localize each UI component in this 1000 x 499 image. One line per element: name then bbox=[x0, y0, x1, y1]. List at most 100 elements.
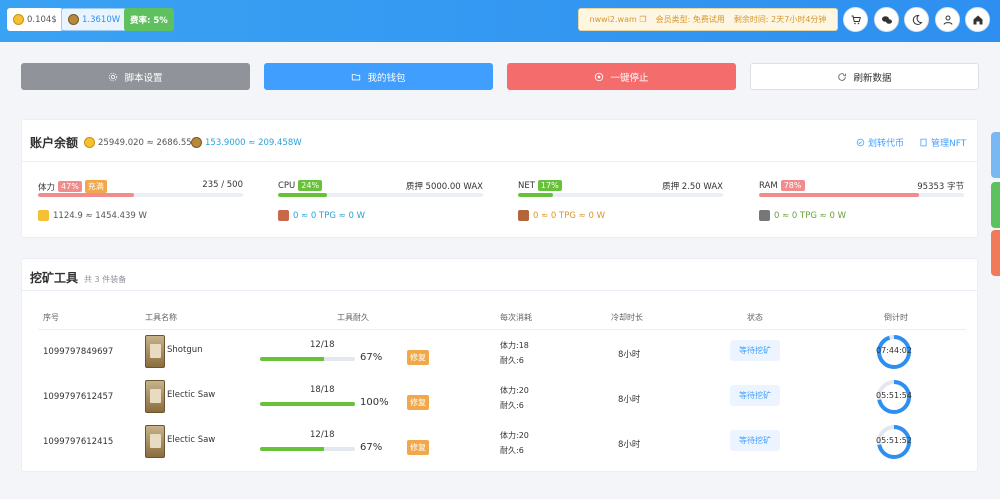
food-icon bbox=[38, 210, 49, 221]
resource-ram: RAM 78% 95353 字节 0 ≈ 0 TPG ≈ 0 W bbox=[759, 180, 964, 240]
repair-button[interactable]: 修复 bbox=[407, 350, 429, 365]
table-row: 1099797612415 Electic Saw 12/18 67% 修复 体… bbox=[22, 420, 977, 466]
dark-mode-button[interactable] bbox=[904, 7, 929, 32]
countdown-text: 05:51:52 bbox=[876, 436, 912, 445]
resource-name: CPU bbox=[278, 180, 296, 191]
resource-name: NET bbox=[518, 180, 535, 191]
tool-card-image bbox=[145, 380, 165, 413]
table-row: 1099797612457 Electic Saw 18/18 100% 修复 … bbox=[22, 375, 977, 421]
resource-sub: 0 ≈ 0 TPG ≈ 0 W bbox=[278, 210, 365, 221]
status-button[interactable]: 等待挖矿 bbox=[730, 430, 780, 451]
resource-bar-fill bbox=[759, 193, 919, 197]
cost-info: 体力:20 耐久:6 bbox=[500, 431, 529, 455]
my-wallet-label: 我的钱包 bbox=[367, 72, 406, 84]
durability-bar bbox=[260, 447, 355, 451]
countdown-timer: 05:51:54 bbox=[876, 379, 912, 415]
user-button[interactable] bbox=[935, 7, 960, 32]
repair-button[interactable]: 修复 bbox=[407, 395, 429, 410]
copy-icon[interactable]: ❐ bbox=[639, 15, 646, 24]
side-tab-orange[interactable] bbox=[991, 230, 1000, 276]
cooldown: 8小时 bbox=[618, 350, 641, 360]
rate-text: 费率: 5% bbox=[130, 15, 168, 26]
cart-button[interactable] bbox=[843, 7, 868, 32]
top-bar: 0.104$ 1.3610W 费率: 5% nwwi2.wam ❐ 会员类型: … bbox=[0, 0, 1000, 42]
tool-id: 1099797612457 bbox=[43, 392, 114, 402]
account-info: nwwi2.wam ❐ 会员类型: 免费试用 剩余时间: 2天7小时4分钟 bbox=[578, 8, 838, 31]
resource-stamina: 体力 47% 充满 235 / 500 1124.9 ≈ 1454.439 W bbox=[38, 180, 243, 240]
resource-percent-tag: 24% bbox=[298, 180, 323, 191]
resource-percent-tag: 17% bbox=[537, 180, 562, 191]
tool-card-image bbox=[145, 335, 165, 368]
stop-all-label: 一键停止 bbox=[610, 72, 649, 84]
moon-icon bbox=[912, 14, 923, 25]
cooldown: 8小时 bbox=[618, 440, 641, 450]
refill-button[interactable]: 充满 bbox=[84, 180, 107, 193]
refresh-data-button[interactable]: 刷新数据 bbox=[750, 63, 979, 90]
resource-value: 235 / 500 bbox=[202, 180, 243, 190]
status-button[interactable]: 等待挖矿 bbox=[730, 385, 780, 406]
tool-name: Electic Saw bbox=[167, 435, 216, 445]
wax-price: 0.104$ bbox=[27, 14, 57, 25]
balance-card: 账户余额 25949.020 ≈ 2686.554$ 153.9000 ≈ 20… bbox=[21, 119, 978, 238]
resource-percent-tag: 47% bbox=[58, 181, 82, 192]
member-type: 会员类型: 免费试用 bbox=[655, 15, 725, 24]
tool-name: Shotgun bbox=[167, 345, 203, 355]
user-icon bbox=[943, 15, 952, 25]
table-row: 1099797849697 Shotgun 12/18 67% 修复 体力:18… bbox=[22, 330, 977, 376]
durability-value: 12/18 bbox=[310, 340, 335, 350]
cooldown: 8小时 bbox=[618, 395, 641, 405]
stop-all-button[interactable]: 一键停止 bbox=[507, 63, 736, 90]
countdown-text: 05:51:54 bbox=[876, 391, 912, 400]
coin-icon bbox=[84, 137, 95, 148]
durability-percent: 100% bbox=[360, 397, 389, 408]
tools-card: 挖矿工具共 3 件装备 序号 工具名称 工具耐久 每次消耗 冷却时长 状态 倒计… bbox=[21, 258, 978, 472]
resource-bar-fill bbox=[518, 193, 553, 197]
script-settings-button[interactable]: 脚本设置 bbox=[21, 63, 250, 90]
resource-value: 95353 字节 bbox=[917, 182, 964, 192]
coin-icon bbox=[68, 14, 79, 25]
check-circle-icon bbox=[856, 138, 865, 147]
resource-bar bbox=[38, 193, 243, 197]
durability-bar-fill bbox=[260, 447, 324, 451]
resource-bar bbox=[278, 193, 483, 197]
side-tab-blue[interactable] bbox=[991, 132, 1000, 178]
tool-name: Electic Saw bbox=[167, 390, 216, 400]
resource-percent-tag: 78% bbox=[780, 180, 805, 191]
refresh-icon bbox=[838, 72, 847, 81]
remaining-time: 剩余时间: 2天7小时4分钟 bbox=[733, 15, 827, 24]
account-name[interactable]: nwwi2.wam ❐ bbox=[590, 15, 647, 24]
coin-icon bbox=[13, 14, 24, 25]
repair-button[interactable]: 修复 bbox=[407, 440, 429, 455]
cart-icon bbox=[851, 15, 861, 24]
resource-bar bbox=[518, 193, 723, 197]
tool-id: 1099797612415 bbox=[43, 437, 114, 447]
tools-title: 挖矿工具共 3 件装备 bbox=[30, 271, 127, 285]
stone-icon bbox=[759, 210, 770, 221]
transfer-token-link[interactable]: 划转代币 bbox=[856, 136, 904, 149]
home-button[interactable] bbox=[965, 7, 990, 32]
durability-bar-fill bbox=[260, 357, 324, 361]
countdown-timer: 05:51:52 bbox=[876, 424, 912, 460]
side-tab-green[interactable] bbox=[991, 182, 1000, 228]
resource-net: NET 17% 质押 2.50 WAX 0 ≈ 0 TPG ≈ 0 W bbox=[518, 180, 723, 240]
countdown-text: 07:44:02 bbox=[876, 346, 912, 355]
resource-sub: 0 ≈ 0 TPG ≈ 0 W bbox=[518, 210, 605, 221]
balance-title: 账户余额 bbox=[30, 136, 79, 150]
durability-bar bbox=[260, 402, 355, 406]
rate-chip: 费率: 5% bbox=[124, 8, 174, 31]
col-header-name: 工具名称 bbox=[145, 313, 177, 322]
col-header-id: 序号 bbox=[43, 313, 59, 322]
status-button[interactable]: 等待挖矿 bbox=[730, 340, 780, 361]
resource-bar-fill bbox=[38, 193, 135, 197]
stop-icon bbox=[595, 72, 604, 81]
manage-nft-link[interactable]: 管理NFT bbox=[919, 136, 966, 149]
col-header-cooldown: 冷却时长 bbox=[611, 313, 643, 322]
wax-balance: 153.9000 ≈ 209.458W bbox=[191, 137, 302, 148]
my-wallet-button[interactable]: 我的钱包 bbox=[264, 63, 493, 90]
wechat-button[interactable] bbox=[874, 7, 899, 32]
tlm-price: 1.3610W bbox=[82, 14, 121, 25]
cost-info: 体力:20 耐久:6 bbox=[500, 386, 529, 410]
doc-icon bbox=[920, 138, 927, 147]
col-header-cost: 每次消耗 bbox=[500, 313, 532, 322]
durability-value: 12/18 bbox=[310, 430, 335, 440]
